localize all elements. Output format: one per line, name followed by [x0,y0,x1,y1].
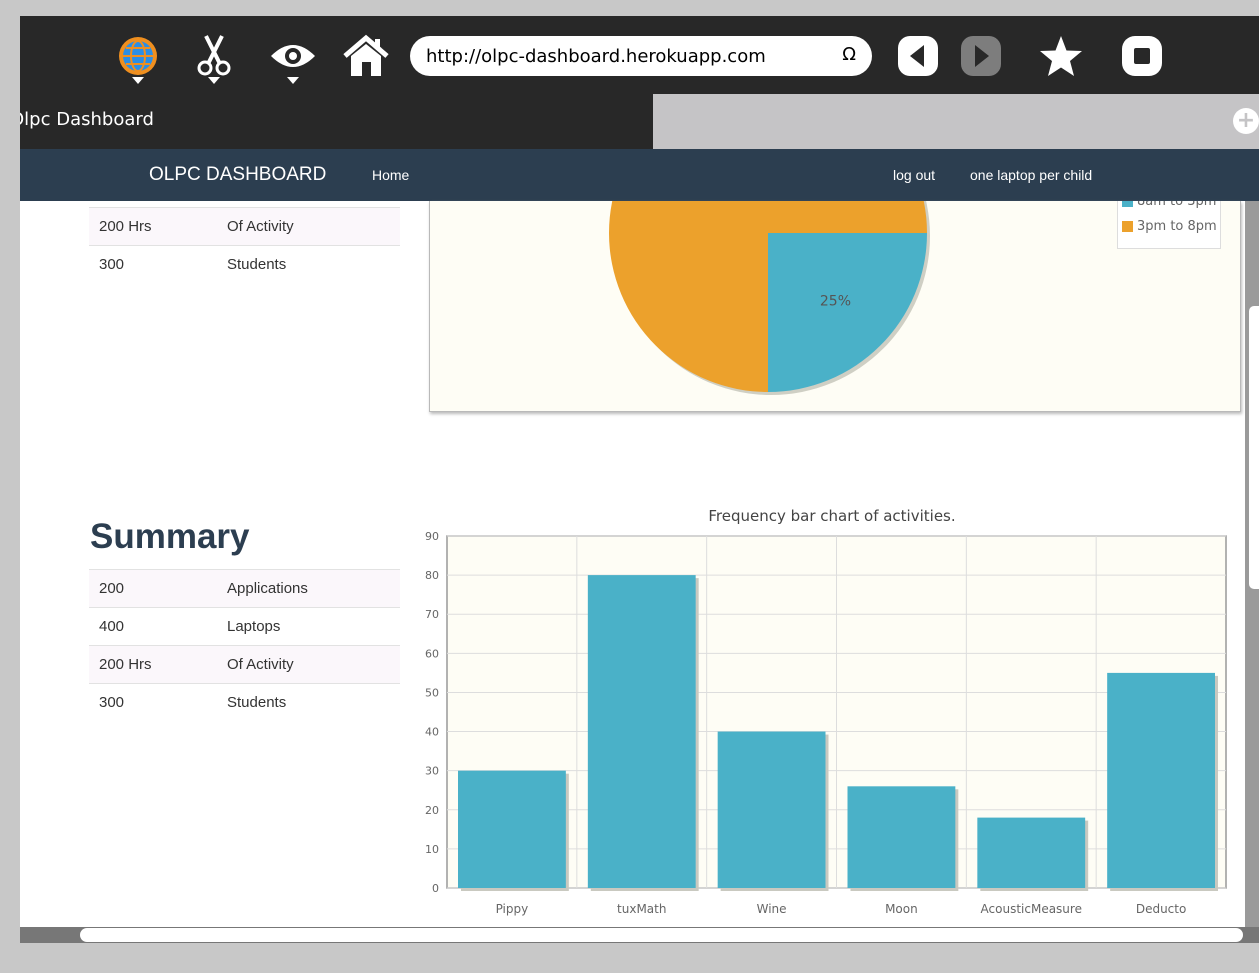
tab-strip-empty: + [653,94,1259,149]
horizontal-scroll-thumb[interactable] [80,928,1243,942]
bar [977,817,1086,888]
table-cell-value: 200 Hrs [89,645,217,684]
tab-bar: Olpc Dashboard + [20,94,1259,149]
table-cell-value: 400 [89,607,217,646]
table-cell-label: Of Activity [217,645,400,684]
vertical-scroll-thumb[interactable] [1249,306,1259,589]
nav-logout-link[interactable]: log out [893,167,935,183]
globe-icon[interactable] [110,28,166,84]
x-tick-label: AcousticMeasure [981,902,1082,916]
table-cell-value: 300 [89,245,217,284]
pie-legend: 8am to 3pm 3pm to 8pm [1117,201,1221,249]
add-tab-icon[interactable]: + [1233,108,1259,134]
nav-home-link[interactable]: Home [372,167,409,183]
y-tick-label: 40 [425,726,439,739]
table-row: 200 Hrs Of Activity [89,645,400,684]
table-cell-value: 200 Hrs [89,207,217,246]
legend-label: 8am to 3pm [1137,201,1217,209]
back-icon[interactable] [890,28,946,84]
home-icon[interactable] [338,28,394,84]
table-row: 300 Students [89,245,400,284]
stats-table-top: 200 Hrs Of Activity 300 Students [89,207,400,284]
y-tick-label: 20 [425,804,439,817]
star-icon[interactable] [1033,28,1089,84]
pie-chart-card: 25% 8am to 3pm 3pm to 8pm [429,201,1241,412]
page-content: OLPC DASHBOARD Home log out one laptop p… [20,149,1259,943]
table-cell-value: 200 [89,569,217,608]
y-tick-label: 60 [425,647,439,660]
url-bar[interactable]: http://olpc-dashboard.herokuapp.com Ω [410,36,872,76]
legend-swatch [1122,201,1133,207]
nav-olpc-link[interactable]: one laptop per child [970,167,1092,183]
y-tick-label: 90 [425,530,439,543]
stop-icon[interactable] [1114,28,1170,84]
window-bottom-border [20,943,1259,973]
table-cell-label: Students [217,245,400,284]
bar [1107,672,1215,888]
summary-heading: Summary [90,517,250,556]
table-row: 300 Students [89,683,400,722]
brand-link[interactable]: OLPC DASHBOARD [149,164,326,186]
pie-data-label: 25% [820,293,851,309]
pie-slice [768,233,927,392]
table-row: 200 Applications [89,569,400,608]
legend-label: 3pm to 8pm [1137,219,1217,234]
eye-icon[interactable] [265,28,321,84]
reload-icon[interactable]: Ω [842,44,856,65]
legend-item: 8am to 3pm [1122,201,1216,209]
y-tick-label: 70 [425,608,439,621]
scissors-icon[interactable] [186,28,242,84]
bar-chart: Frequency bar chart of activities. 0 10 20… [425,507,1227,916]
y-tick-label: 50 [425,686,439,699]
x-tick-label: Moon [885,902,918,916]
x-tick-label: tuxMath [617,902,666,916]
x-tick-label: Pippy [496,902,529,916]
legend-swatch [1122,221,1133,232]
bar [847,786,956,888]
table-row: 400 Laptops [89,607,400,646]
browser-window: http://olpc-dashboard.herokuapp.com Ω Ol… [20,16,1259,973]
bar [458,770,566,888]
tab-title: Olpc Dashboard [20,109,154,130]
table-cell-label: Of Activity [217,207,400,246]
y-tick-label: 0 [432,882,439,895]
bar [587,575,696,888]
url-text[interactable]: http://olpc-dashboard.herokuapp.com [426,46,824,67]
browser-toolbar: http://olpc-dashboard.herokuapp.com Ω [20,16,1259,94]
forward-icon[interactable] [953,28,1009,84]
table-cell-value: 300 [89,683,217,722]
y-tick-label: 80 [425,569,439,582]
summary-table: 200 Applications 400 Laptops 200 Hrs Of … [89,569,400,722]
site-navbar: OLPC DASHBOARD Home log out one laptop p… [20,149,1259,201]
x-tick-label: Wine [757,902,787,916]
y-tick-label: 30 [425,765,439,778]
bar [717,731,826,888]
y-tick-label: 10 [425,843,439,856]
horizontal-scrollbar[interactable] [20,927,1259,943]
chart-title: Frequency bar chart of activities. [708,507,955,525]
x-tick-label: Deducto [1136,902,1187,916]
table-cell-label: Laptops [217,607,400,646]
table-cell-label: Applications [217,569,400,608]
table-cell-label: Students [217,683,400,722]
tab-olpc-dashboard[interactable]: Olpc Dashboard [20,94,653,149]
vertical-scrollbar[interactable] [1245,201,1259,943]
legend-item: 3pm to 8pm [1122,219,1217,234]
table-row: 200 Hrs Of Activity [89,207,400,246]
